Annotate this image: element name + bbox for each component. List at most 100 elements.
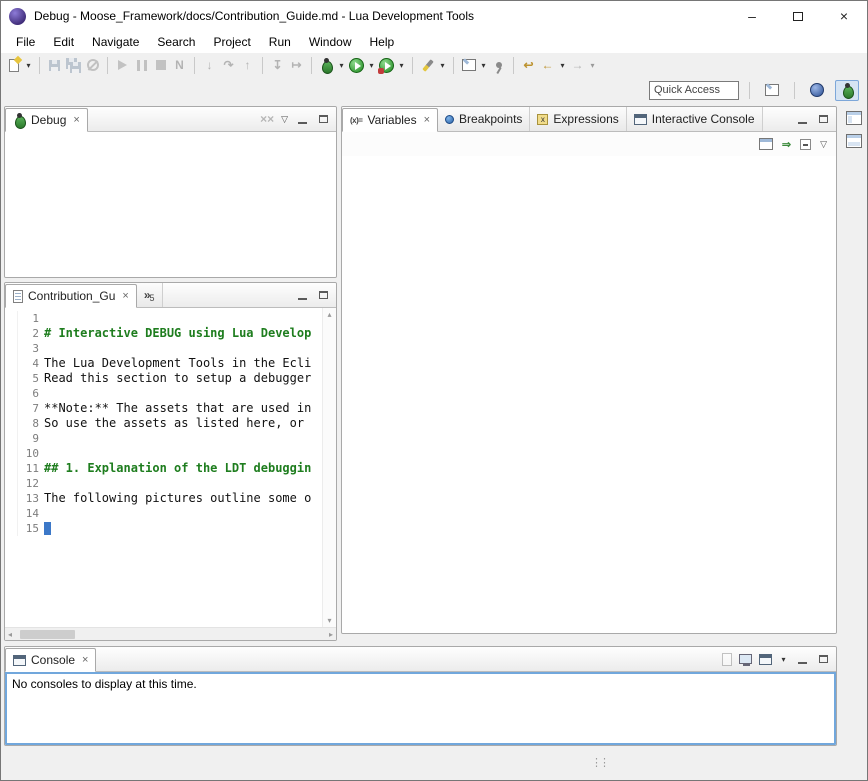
- editor-line[interactable]: 11## 1. Explanation of the LDT debuggin: [5, 461, 322, 476]
- debug-button[interactable]: [318, 56, 335, 75]
- new-dropdown[interactable]: ▾: [24, 61, 33, 70]
- editor-line[interactable]: 3: [5, 341, 322, 356]
- tab-contribution-guide[interactable]: Contribution_Gu ×: [5, 284, 137, 308]
- hidden-editors-chevron[interactable]: » 5: [137, 283, 163, 307]
- menu-help[interactable]: Help: [361, 33, 404, 51]
- variables-content[interactable]: [342, 156, 836, 633]
- new-wizard-dropdown[interactable]: ▾: [479, 61, 488, 70]
- restore-view-2-icon[interactable]: [846, 134, 862, 148]
- editor-line[interactable]: 7**Note:** The assets that are used in: [5, 401, 322, 416]
- step-filters-button[interactable]: ↦: [288, 56, 305, 75]
- skip-breakpoints-button[interactable]: [84, 56, 101, 75]
- maximize-button[interactable]: [775, 1, 821, 31]
- display-selected-console-icon[interactable]: [739, 654, 752, 664]
- editor-line[interactable]: 9: [5, 431, 322, 446]
- ldt-perspective-button[interactable]: [805, 80, 829, 101]
- tab-interactive-console[interactable]: Interactive Console: [627, 107, 763, 131]
- scroll-left-icon[interactable]: ◂: [8, 630, 12, 639]
- link-with-debug-icon[interactable]: ⇒: [782, 138, 791, 151]
- menu-window[interactable]: Window: [300, 33, 361, 51]
- resume-button[interactable]: [114, 56, 131, 75]
- scroll-up-icon[interactable]: ▴: [327, 310, 331, 319]
- editor-minimize-button[interactable]: [295, 288, 309, 302]
- restore-view-1-icon[interactable]: [846, 111, 862, 125]
- collapse-all-icon[interactable]: [800, 139, 811, 150]
- variables-minimize-button[interactable]: [795, 112, 809, 126]
- mark-occurrences-dropdown[interactable]: ▾: [438, 61, 447, 70]
- tab-breakpoints[interactable]: Breakpoints: [438, 107, 530, 131]
- suspend-button[interactable]: [133, 56, 150, 75]
- show-logical-structure-icon[interactable]: [759, 138, 773, 150]
- editor-content[interactable]: 1 2# Interactive DEBUG using Lua Develop…: [5, 308, 336, 640]
- scrollbar-thumb[interactable]: [20, 630, 75, 639]
- close-button[interactable]: ×: [821, 1, 867, 31]
- quick-access-input[interactable]: Quick Access: [649, 81, 739, 100]
- console-maximize-button[interactable]: [816, 652, 830, 666]
- tab-variables[interactable]: (x)= Variables ×: [342, 108, 438, 132]
- menu-search[interactable]: Search: [148, 33, 204, 51]
- editor-text-area[interactable]: 1 2# Interactive DEBUG using Lua Develop…: [5, 311, 322, 627]
- step-into-button[interactable]: ↓: [201, 56, 218, 75]
- save-button[interactable]: [46, 56, 63, 75]
- debug-minimize-button[interactable]: [295, 112, 309, 126]
- variables-tab-close-icon[interactable]: ×: [424, 114, 430, 126]
- debug-perspective-button[interactable]: [835, 80, 859, 101]
- pin-editor-button[interactable]: [490, 56, 507, 75]
- run-dropdown[interactable]: ▾: [367, 61, 376, 70]
- editor-line[interactable]: 12: [5, 476, 322, 491]
- variables-maximize-button[interactable]: [816, 112, 830, 126]
- drop-to-frame-button[interactable]: ↧: [269, 56, 286, 75]
- console-minimize-button[interactable]: [795, 652, 809, 666]
- editor-line[interactable]: 6: [5, 386, 322, 401]
- terminate-button[interactable]: [152, 56, 169, 75]
- disconnect-button[interactable]: N: [171, 56, 188, 75]
- forward-button[interactable]: →: [569, 56, 586, 75]
- last-edit-location-button[interactable]: ↩: [520, 56, 537, 75]
- external-tools-dropdown[interactable]: ▾: [397, 61, 406, 70]
- tab-debug[interactable]: Debug ×: [5, 108, 88, 132]
- menu-edit[interactable]: Edit: [44, 33, 83, 51]
- editor-horizontal-scrollbar[interactable]: ◂ ▸: [5, 627, 336, 640]
- tab-expressions[interactable]: x Expressions: [530, 107, 626, 131]
- console-content[interactable]: No consoles to display at this time.: [5, 672, 836, 745]
- menu-file[interactable]: File: [7, 33, 44, 51]
- menu-project[interactable]: Project: [204, 33, 259, 51]
- back-dropdown[interactable]: ▾: [558, 61, 567, 70]
- editor-tab-close-icon[interactable]: ×: [122, 290, 128, 302]
- editor-line[interactable]: 5Read this section to setup a debugger: [5, 371, 322, 386]
- debug-view-content[interactable]: [5, 132, 336, 277]
- mark-occurrences-button[interactable]: [419, 56, 436, 75]
- step-return-button[interactable]: ↑: [239, 56, 256, 75]
- debug-view-menu-icon[interactable]: ▽: [281, 114, 288, 125]
- console-tab-close-icon[interactable]: ×: [82, 654, 88, 666]
- editor-line[interactable]: 2# Interactive DEBUG using Lua Develop: [5, 326, 322, 341]
- editor-maximize-button[interactable]: [316, 288, 330, 302]
- debug-dropdown[interactable]: ▾: [337, 61, 346, 70]
- open-console-page-icon[interactable]: [722, 653, 732, 666]
- run-button[interactable]: [348, 56, 365, 75]
- editor-line[interactable]: 15: [5, 521, 322, 536]
- scroll-right-icon[interactable]: ▸: [329, 630, 333, 639]
- save-all-button[interactable]: [65, 56, 82, 75]
- new-button[interactable]: [5, 56, 22, 75]
- scroll-down-icon[interactable]: ▾: [327, 616, 331, 625]
- menu-navigate[interactable]: Navigate: [83, 33, 148, 51]
- debug-maximize-button[interactable]: [316, 112, 330, 126]
- open-console-icon[interactable]: [759, 654, 772, 665]
- remove-terminated-icon[interactable]: ××: [260, 113, 274, 125]
- open-console-dropdown[interactable]: ▾: [779, 655, 788, 664]
- debug-tab-close-icon[interactable]: ×: [73, 114, 79, 126]
- editor-line[interactable]: 14: [5, 506, 322, 521]
- open-perspective-button[interactable]: [760, 80, 784, 101]
- drag-handle-icon[interactable]: ⋮⋮: [591, 756, 607, 769]
- forward-dropdown[interactable]: ▾: [588, 61, 597, 70]
- variables-view-menu-icon[interactable]: ▽: [820, 139, 827, 150]
- new-wizard-button[interactable]: [460, 56, 477, 75]
- menu-run[interactable]: Run: [260, 33, 300, 51]
- editor-line[interactable]: 1: [5, 311, 322, 326]
- back-button[interactable]: ←: [539, 56, 556, 75]
- editor-line[interactable]: 13The following pictures outline some o: [5, 491, 322, 506]
- step-over-button[interactable]: ↷: [220, 56, 237, 75]
- editor-vertical-scrollbar[interactable]: ▴ ▾: [322, 308, 336, 627]
- minimize-button[interactable]: –: [729, 1, 775, 31]
